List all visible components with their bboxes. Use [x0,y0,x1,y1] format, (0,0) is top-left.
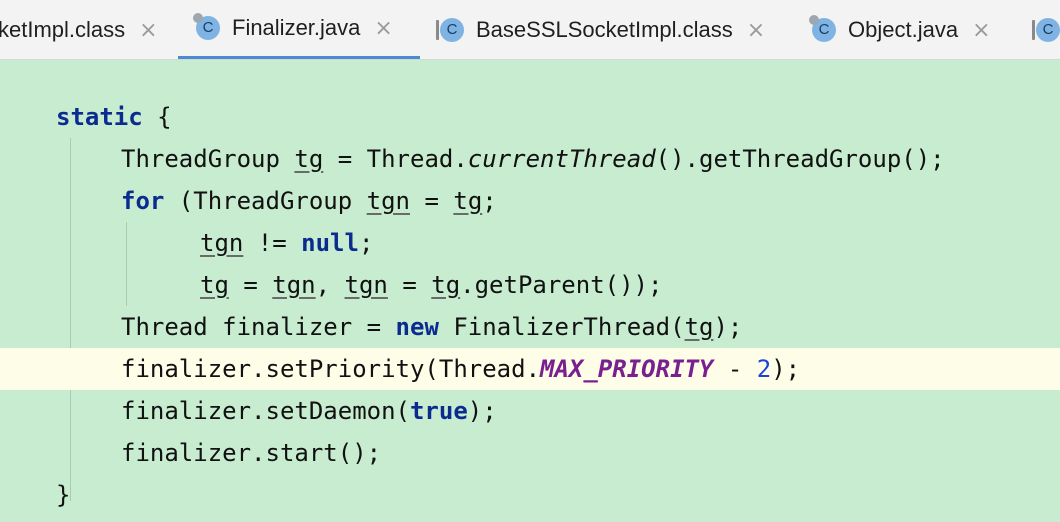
tab-finalizer-java[interactable]: C Finalizer.java × [178,0,420,59]
code-editor[interactable]: static { ThreadGroup tg = Thread.current… [0,60,1060,522]
variable: tg [431,271,461,299]
tab-basesslsocketimpl-class[interactable]: C BaseSSLSocketImpl.class × [436,0,765,59]
keyword: static [56,103,143,131]
constant: MAX_PRIORITY [540,355,714,383]
keyword: true [409,397,468,425]
variable: tg [294,145,324,173]
java-class-icon: C [193,13,220,40]
class-icon: C [436,18,464,42]
code-line-9[interactable]: finalizer.start(); [0,432,1060,474]
keyword: null [301,229,359,257]
variable: tg [684,313,714,341]
code-line-10[interactable]: } [0,474,1060,516]
variable: tg [200,271,229,299]
code-line-1[interactable]: static { [0,96,1060,138]
java-class-icon: C [809,15,836,42]
tab-label: Object.java [848,17,959,42]
variable: tgn [272,271,316,299]
code-line-2[interactable]: ThreadGroup tg = Thread.currentThread().… [0,138,1060,180]
class-icon: C [1032,18,1060,42]
tab-socketimpl-class[interactable]: ketImpl.class × [0,0,158,59]
keyword: new [395,313,439,341]
close-icon[interactable]: × [374,16,392,41]
close-icon[interactable]: × [139,18,157,43]
variable: tgn [344,271,388,299]
code-line-5[interactable]: tg = tgn, tgn = tg.getParent()); [0,264,1060,306]
variable: tgn [366,187,411,215]
tab-label: Finalizer.java [232,15,361,40]
editor-tab-bar: ketImpl.class × C Finalizer.java × C Bas… [0,0,1060,60]
tab-label: ketImpl.class [0,17,126,42]
tab-label: BaseSSLSocketImpl.class [476,17,733,42]
code-line-8[interactable]: finalizer.setDaemon(true); [0,390,1060,432]
code-line-4[interactable]: tgn != null; [0,222,1060,264]
variable: tg [453,187,483,215]
code-line-7-current[interactable]: finalizer.setPriority(Thread.MAX_PRIORIT… [0,348,1060,390]
code-line-6[interactable]: Thread finalizer = new FinalizerThread(t… [0,306,1060,348]
tab-object-java[interactable]: C Object.java × [809,0,991,59]
keyword: for [121,187,165,215]
variable: tgn [200,229,244,257]
close-icon[interactable]: × [747,18,765,43]
number-literal: 2 [756,355,772,383]
code-line-3[interactable]: for (ThreadGroup tgn = tg; [0,180,1060,222]
static-method: currentThread [467,145,656,173]
tab-overflow-class[interactable]: C [1032,0,1060,59]
close-icon[interactable]: × [972,18,990,43]
